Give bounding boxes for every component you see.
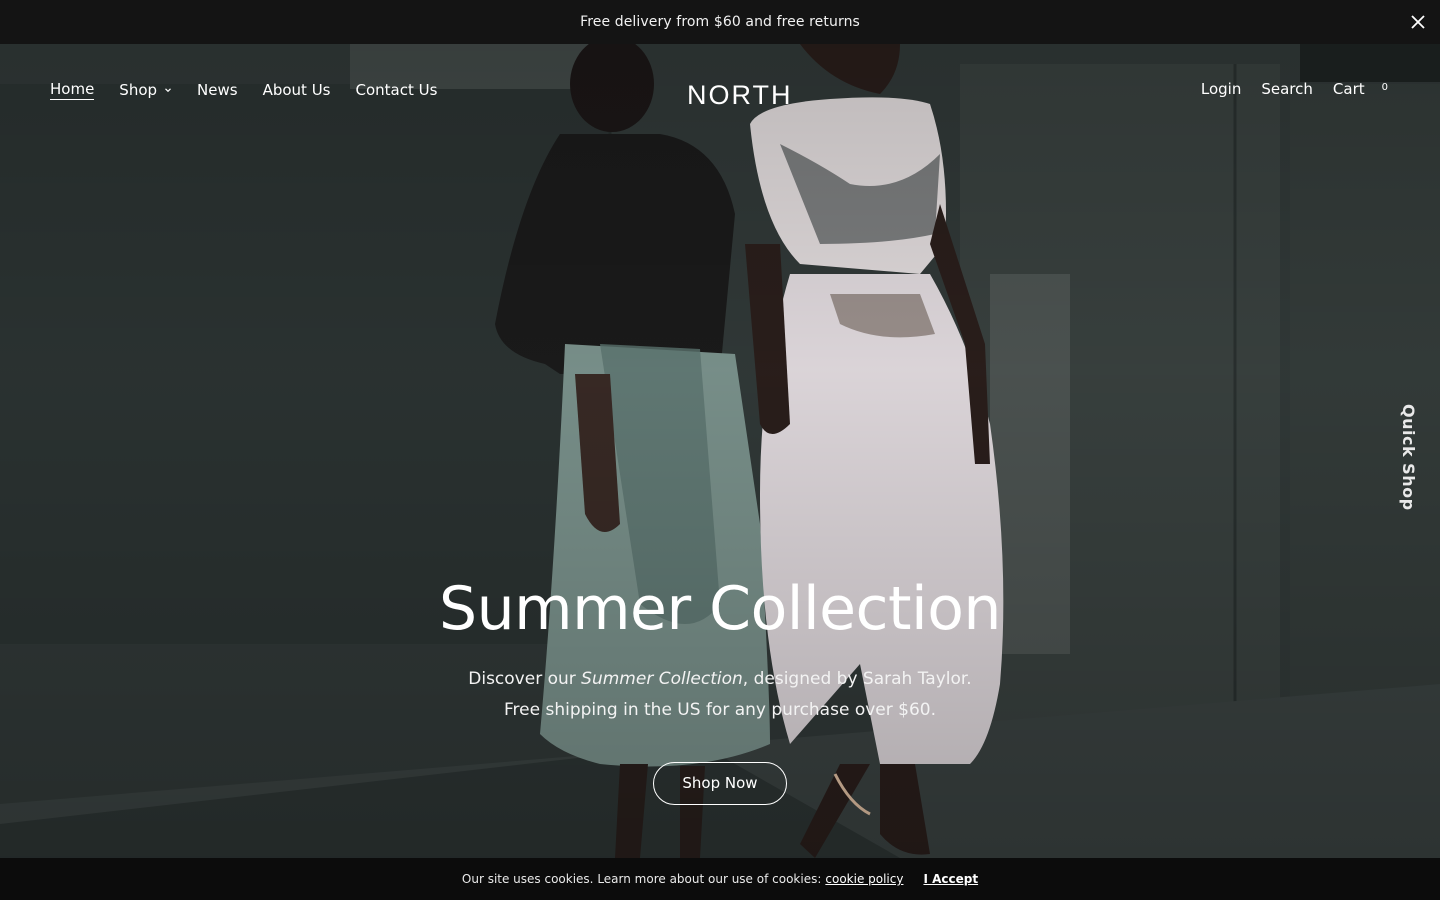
nav-contact-us[interactable]: Contact Us [356, 81, 438, 99]
utility-nav: Login Search Cart 0 [1201, 80, 1388, 98]
hero-desc-emphasis: Summer Collection [581, 669, 743, 689]
cookie-policy-link[interactable]: cookie policy [825, 872, 903, 886]
cart-label: Cart [1332, 80, 1365, 98]
nav-shop-label: Shop [119, 81, 158, 99]
hero-description: Discover our Summer Collection, designed… [0, 664, 1440, 726]
cookie-text: Our site uses cookies. Learn more about … [461, 872, 822, 886]
hero-title: Summer Collection [439, 574, 1001, 644]
announcement-text: Free delivery from $60 and free returns [580, 14, 860, 30]
hero-desc-line2: Free shipping in the US for any purchase… [504, 700, 936, 720]
nav-home-label: Home [50, 80, 95, 100]
hero-desc-suffix: , designed by Sarah Taylor. [742, 669, 972, 689]
site-header: Home Shop News About Us Contact Us NORTH… [0, 44, 1440, 140]
cookie-accept-button[interactable]: I Accept [923, 872, 978, 886]
cart-count-badge: 0 [1381, 81, 1388, 93]
nav-about-us[interactable]: About Us [263, 81, 331, 99]
nav-about-label: About Us [262, 81, 331, 99]
hero-desc-prefix: Discover our [468, 669, 582, 689]
nav-shop[interactable]: Shop [119, 81, 172, 99]
quick-shop-tab[interactable]: Quick Shop [1399, 404, 1418, 511]
main-nav: Home Shop News About Us Contact Us [50, 80, 437, 100]
nav-news[interactable]: News [197, 81, 238, 99]
nav-contact-label: Contact Us [355, 81, 438, 99]
hero-content: Summer Collection Discover our Summer Co… [0, 574, 1440, 805]
nav-home[interactable]: Home [50, 80, 95, 100]
nav-news-label: News [197, 81, 238, 99]
quick-shop-label: Quick Shop [1399, 404, 1418, 511]
search-link[interactable]: Search [1261, 80, 1313, 98]
chevron-down-icon [165, 88, 171, 93]
close-icon[interactable] [1408, 12, 1428, 32]
login-link[interactable]: Login [1201, 80, 1241, 98]
announcement-bar: Free delivery from $60 and free returns [0, 0, 1440, 44]
cookie-bar: Our site uses cookies. Learn more about … [0, 858, 1440, 900]
cart-link[interactable]: Cart 0 [1333, 80, 1388, 98]
shop-now-button[interactable]: Shop Now [653, 762, 787, 805]
site-logo[interactable]: NORTH [687, 80, 793, 111]
